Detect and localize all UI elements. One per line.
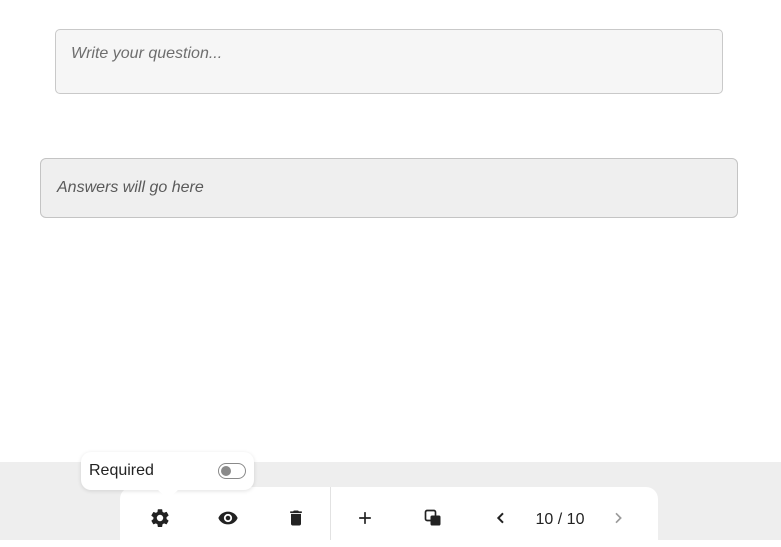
- trash-icon: [286, 507, 306, 534]
- toggle-knob: [221, 466, 231, 476]
- page-indicator: 10 / 10: [535, 511, 585, 528]
- answers-placeholder-text: Answers will go here: [57, 179, 204, 196]
- gear-icon: [149, 507, 171, 534]
- previous-page-button[interactable]: [488, 507, 514, 533]
- add-question-button[interactable]: [352, 507, 378, 533]
- eye-icon: [217, 507, 239, 534]
- chevron-left-icon: [493, 510, 509, 531]
- required-popover: Required: [81, 452, 254, 490]
- question-toolbar: 10 / 10: [120, 487, 658, 547]
- delete-button[interactable]: [283, 507, 309, 533]
- duplicate-icon: [423, 508, 443, 533]
- preview-button[interactable]: [215, 507, 241, 533]
- question-input[interactable]: [55, 29, 723, 94]
- required-toggle[interactable]: [218, 463, 246, 479]
- required-label: Required: [89, 462, 154, 479]
- plus-icon: [355, 508, 375, 533]
- form-canvas: Answers will go here: [0, 0, 781, 462]
- toolbar-divider: [330, 487, 331, 540]
- duplicate-button[interactable]: [420, 507, 446, 533]
- answers-placeholder-box[interactable]: Answers will go here: [40, 158, 738, 218]
- next-page-button[interactable]: [605, 507, 631, 533]
- settings-button[interactable]: [147, 507, 173, 533]
- chevron-right-icon: [610, 510, 626, 531]
